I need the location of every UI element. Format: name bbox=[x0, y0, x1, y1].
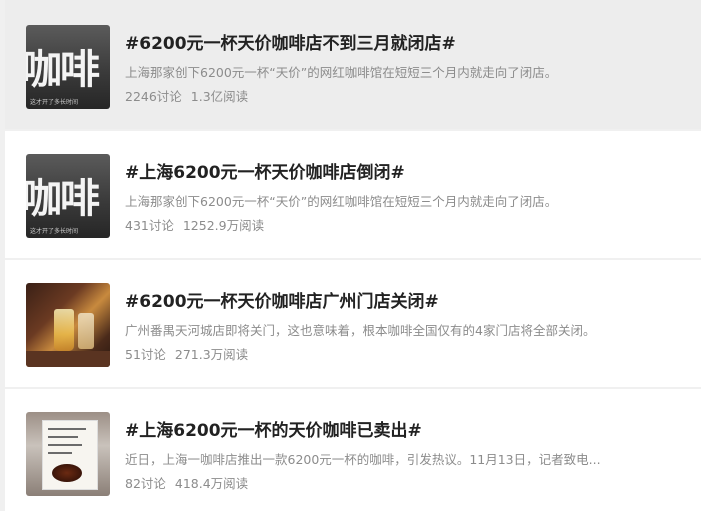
topic-description: 广州番禺天河城店即将关门，这也意味着，根本咖啡全国仅有的4家门店将全部关闭。 bbox=[125, 323, 596, 338]
topic-thumbnail[interactable] bbox=[26, 412, 110, 496]
topic-description: 近日，上海一咖啡店推出一款6200元一杯的咖啡，引发热议。11月13日，记者致电… bbox=[125, 452, 601, 467]
topic-stats: 51讨论 271.3万阅读 bbox=[125, 344, 248, 363]
table-shape bbox=[26, 351, 110, 367]
topic-list: 咖啡 这才开了多长时间 #6200元一杯天价咖啡店不到三月就闭店# 上海那家创下… bbox=[0, 0, 701, 511]
thumbnail-caption: 这才开了多长时间 bbox=[30, 99, 79, 106]
topic-title[interactable]: #上海6200元一杯的天价咖啡已卖出# bbox=[125, 416, 422, 441]
topic-stats: 82讨论 418.4万阅读 bbox=[125, 473, 248, 492]
topic-stats: 431讨论 1252.9万阅读 bbox=[125, 215, 264, 234]
read-count: 1252.9万阅读 bbox=[182, 218, 265, 233]
thumbnail-sign-text: 咖啡 bbox=[26, 176, 100, 222]
read-count: 271.3万阅读 bbox=[174, 347, 249, 362]
coffee-cup-icon bbox=[52, 464, 82, 482]
topic-card[interactable]: 咖啡 这才开了多长时间 #上海6200元一杯天价咖啡店倒闭# 上海那家创下620… bbox=[5, 131, 701, 258]
topic-thumbnail[interactable] bbox=[26, 283, 110, 367]
topic-card[interactable]: 咖啡 这才开了多长时间 #6200元一杯天价咖啡店不到三月就闭店# 上海那家创下… bbox=[5, 0, 701, 129]
menu-line bbox=[48, 436, 78, 438]
topic-card[interactable]: #6200元一杯天价咖啡店广州门店关闭# 广州番禺天河城店即将关门，这也意味着，… bbox=[5, 260, 701, 387]
topic-thumbnail[interactable]: 咖啡 这才开了多长时间 bbox=[26, 154, 110, 238]
menu-line bbox=[48, 428, 86, 430]
drink-glass-icon bbox=[54, 309, 74, 351]
discussion-count: 51讨论 bbox=[125, 347, 166, 362]
read-count: 418.4万阅读 bbox=[174, 476, 249, 491]
topic-title[interactable]: #上海6200元一杯天价咖啡店倒闭# bbox=[125, 158, 405, 183]
thumbnail-caption: 这才开了多长时间 bbox=[30, 228, 79, 235]
topic-thumbnail[interactable]: 咖啡 这才开了多长时间 bbox=[26, 25, 110, 109]
discussion-count: 2246讨论 bbox=[125, 89, 182, 104]
menu-line bbox=[48, 452, 72, 454]
read-count: 1.3亿阅读 bbox=[190, 89, 249, 104]
discussion-count: 431讨论 bbox=[125, 218, 174, 233]
menu-line bbox=[48, 444, 82, 446]
drink-glass-icon bbox=[78, 313, 94, 349]
topic-description: 上海那家创下6200元一杯“天价”的网红咖啡馆在短短三个月内就走向了闭店。 bbox=[125, 194, 558, 209]
topic-stats: 2246讨论 1.3亿阅读 bbox=[125, 86, 248, 105]
discussion-count: 82讨论 bbox=[125, 476, 166, 491]
topic-card[interactable]: #上海6200元一杯的天价咖啡已卖出# 近日，上海一咖啡店推出一款6200元一杯… bbox=[5, 389, 701, 511]
topic-title[interactable]: #6200元一杯天价咖啡店不到三月就闭店# bbox=[125, 29, 456, 54]
topic-title[interactable]: #6200元一杯天价咖啡店广州门店关闭# bbox=[125, 287, 439, 312]
topic-description: 上海那家创下6200元一杯“天价”的网红咖啡馆在短短三个月内就走向了闭店。 bbox=[125, 65, 558, 80]
thumbnail-sign-text: 咖啡 bbox=[26, 47, 100, 93]
